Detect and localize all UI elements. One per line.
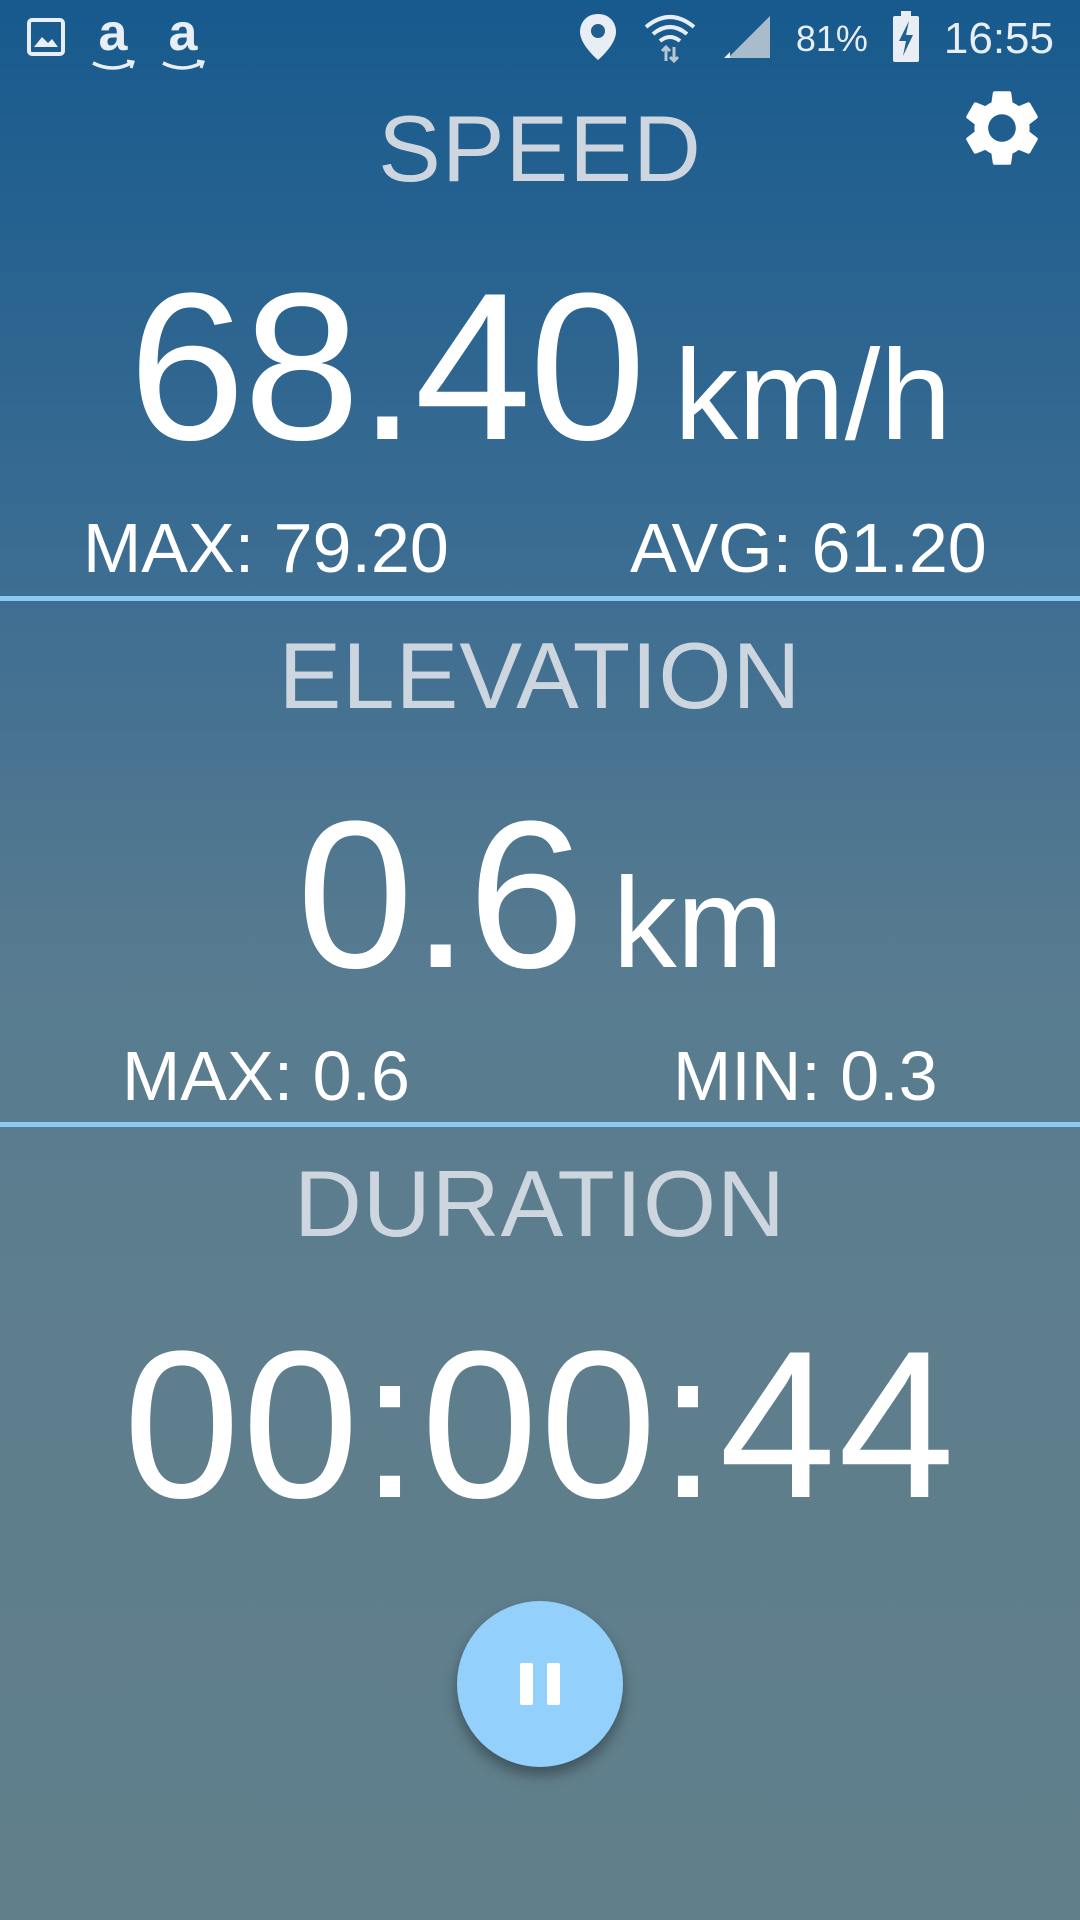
amazon-icon: a	[90, 7, 136, 70]
elevation-unit: km	[612, 852, 784, 995]
status-time: 16:55	[943, 14, 1054, 63]
duration-title: DURATION	[294, 1151, 786, 1256]
elevation-readout: 0.6 km	[0, 790, 1080, 1000]
battery-charging-icon	[892, 10, 920, 68]
divider	[0, 1122, 1080, 1127]
signal-icon	[722, 12, 772, 67]
duration-value: 00:00:44	[123, 1307, 957, 1542]
speed-max: MAX: 79.20	[83, 509, 449, 587]
pause-icon	[513, 1663, 567, 1705]
speed-title: SPEED	[378, 96, 702, 201]
divider	[0, 596, 1080, 601]
battery-percent: 81%	[795, 18, 868, 59]
speed-avg: AVG: 61.20	[630, 509, 987, 587]
elevation-min: MIN: 0.3	[673, 1037, 938, 1115]
status-bar: a a 81% 16:55	[0, 0, 1080, 78]
speed-unit: km/h	[674, 324, 952, 467]
status-bar-right: 81% 16:55	[578, 9, 1054, 70]
status-bar-left: a a	[26, 7, 206, 70]
elevation-value: 0.6	[296, 777, 585, 1012]
elevation-title: ELEVATION	[278, 623, 802, 728]
speed-readout: 68.40 km/h	[0, 262, 1080, 472]
pause-button[interactable]	[457, 1601, 623, 1767]
elevation-max: MAX: 0.6	[122, 1037, 410, 1115]
wifi-icon	[642, 9, 698, 70]
speed-value: 68.40	[128, 249, 647, 484]
image-icon	[26, 17, 66, 62]
amazon-icon: a	[160, 7, 206, 70]
location-icon	[578, 12, 618, 67]
